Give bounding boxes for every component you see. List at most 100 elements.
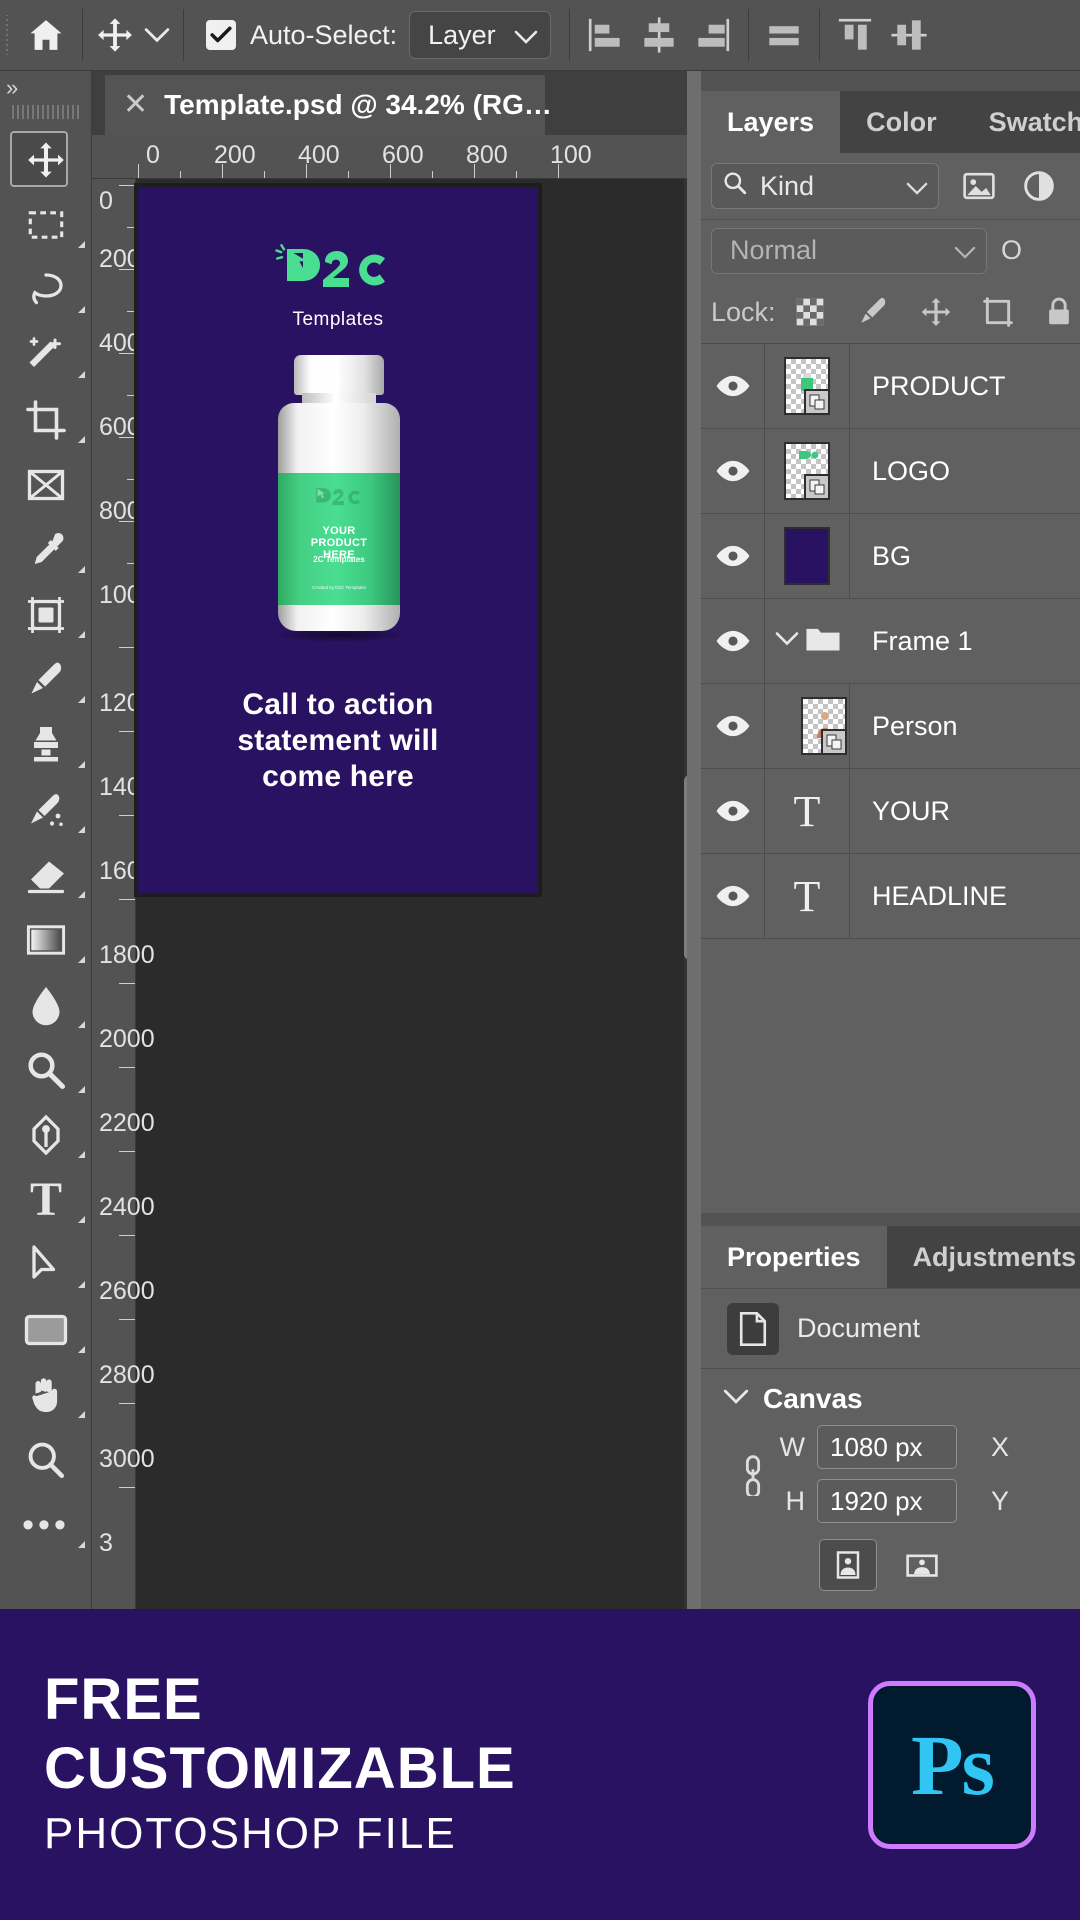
layer-visibility-toggle[interactable]: [701, 514, 765, 599]
lock-image-pixels-icon[interactable]: [856, 289, 890, 335]
layer-thumbnail[interactable]: [765, 344, 850, 429]
lock-position-icon[interactable]: [920, 289, 952, 335]
tool-clone-stamp-tool[interactable]: [0, 712, 92, 777]
cta-line-2: statement will: [237, 724, 438, 757]
tool-rectangular-marquee-tool[interactable]: [0, 192, 92, 257]
layer-visibility-toggle[interactable]: [701, 769, 765, 854]
tool-zoom-tool[interactable]: [0, 1427, 92, 1492]
layer-name[interactable]: LOGO: [850, 456, 950, 487]
tab-color[interactable]: Color: [840, 91, 963, 153]
tool-object-selection-tool[interactable]: [0, 322, 92, 387]
adjustment-filter-icon[interactable]: [1015, 162, 1063, 210]
table-row[interactable]: PRODUCT: [701, 344, 1080, 429]
distribute-horizontal-icon[interactable]: [757, 8, 811, 62]
canvas-height-input[interactable]: 1920 px: [817, 1479, 957, 1523]
tool-brush-tool[interactable]: [0, 647, 92, 712]
align-top-edges-icon[interactable]: [828, 8, 882, 62]
layer-visibility-toggle[interactable]: [701, 429, 765, 514]
layer-name[interactable]: Person: [850, 711, 958, 742]
tools-expand-icon[interactable]: »: [0, 71, 91, 105]
orientation-portrait-icon[interactable]: [819, 1539, 877, 1591]
tool-hand-tool[interactable]: [0, 1362, 92, 1427]
canvas-height-label: H: [779, 1486, 805, 1517]
tab-swatches[interactable]: Swatch: [963, 91, 1080, 153]
table-row[interactable]: Frame 1: [701, 599, 1080, 684]
layer-thumbnail[interactable]: [765, 514, 850, 599]
layer-visibility-toggle[interactable]: [701, 599, 765, 684]
ruler-label: 0: [99, 189, 129, 213]
document-tab[interactable]: ✕ Template.psd @ 34.2% (RG…: [105, 75, 545, 135]
chevron-down-icon[interactable]: [723, 1389, 749, 1409]
options-bar-grip[interactable]: [2, 15, 18, 55]
tool-preset-chevron-down-icon[interactable]: [139, 9, 175, 61]
lock-all-icon[interactable]: [1044, 289, 1074, 335]
tab-properties[interactable]: Properties: [701, 1226, 887, 1288]
tools-panel-grip[interactable]: [12, 105, 79, 119]
align-right-edges-icon[interactable]: [686, 8, 740, 62]
chevron-down-icon[interactable]: [775, 631, 799, 651]
canvas-area[interactable]: 0 200 400 600 800 100 0 200 400 600 800 …: [92, 135, 701, 1609]
lock-artboard-nesting-icon[interactable]: [982, 289, 1014, 335]
layer-group-icons[interactable]: [765, 599, 850, 684]
canvas-width-input[interactable]: 1080 px: [817, 1425, 957, 1469]
blend-mode-dropdown[interactable]: Normal: [711, 228, 987, 274]
tab-adjustments[interactable]: Adjustments: [887, 1226, 1080, 1288]
tool-rectangle-tool[interactable]: [0, 1297, 92, 1362]
type-layer-icon[interactable]: T: [765, 854, 850, 939]
layer-name[interactable]: Frame 1: [850, 626, 973, 657]
tool-edit-toolbar[interactable]: •••: [0, 1492, 92, 1557]
move-tool-icon[interactable]: [91, 9, 139, 61]
link-constrain-icon[interactable]: [727, 1452, 779, 1496]
align-vertical-centers-icon[interactable]: [882, 8, 936, 62]
tools-panel: »: [0, 71, 92, 1609]
canvas-size-rows: W 1080 px X H 1920 px Y: [779, 1425, 1009, 1523]
canvas-y-label: Y: [991, 1486, 1009, 1517]
layer-filter-kind-dropdown[interactable]: Kind: [711, 163, 939, 209]
ruler-label: 3000: [99, 1447, 129, 1471]
home-icon[interactable]: [18, 7, 74, 63]
align-left-edges-icon[interactable]: [578, 8, 632, 62]
tool-move-tool[interactable]: [0, 127, 92, 192]
properties-panel: Properties Adjustments Document Canvas: [701, 1226, 1080, 1609]
table-row[interactable]: Person: [701, 684, 1080, 769]
align-horizontal-centers-icon[interactable]: [632, 8, 686, 62]
close-icon[interactable]: ✕: [123, 90, 148, 120]
layer-name[interactable]: YOUR: [850, 796, 950, 827]
table-row[interactable]: T HEADLINE: [701, 854, 1080, 939]
promo-line-2: CUSTOMIZABLE: [44, 1733, 868, 1805]
auto-select-scope-dropdown[interactable]: Layer: [409, 11, 551, 59]
tab-layers[interactable]: Layers: [701, 91, 840, 153]
auto-select-checkbox[interactable]: [206, 20, 236, 50]
tool-path-selection-tool[interactable]: [0, 1232, 92, 1297]
layer-name[interactable]: PRODUCT: [850, 371, 1006, 402]
tool-crop-tool[interactable]: [0, 387, 92, 452]
image-filter-icon[interactable]: [955, 162, 1003, 210]
layer-name[interactable]: BG: [850, 541, 911, 572]
layer-thumbnail[interactable]: [765, 429, 850, 514]
tool-eraser-tool[interactable]: [0, 842, 92, 907]
tool-history-brush-tool[interactable]: [0, 777, 92, 842]
tool-dodge-tool[interactable]: [0, 1037, 92, 1102]
tool-frame-tool[interactable]: [0, 452, 92, 517]
layer-visibility-toggle[interactable]: [701, 344, 765, 429]
table-row[interactable]: T YOUR: [701, 769, 1080, 854]
tool-blur-tool[interactable]: [0, 972, 92, 1037]
tool-gradient-tool[interactable]: [0, 907, 92, 972]
tool-lasso-tool[interactable]: [0, 257, 92, 322]
tool-eyedropper-tool[interactable]: [0, 517, 92, 582]
layer-name[interactable]: HEADLINE: [850, 881, 1007, 912]
layer-visibility-toggle[interactable]: [701, 854, 765, 939]
table-row[interactable]: BG: [701, 514, 1080, 599]
layer-thumbnail[interactable]: [765, 684, 850, 769]
tool-horizontal-type-tool[interactable]: T: [0, 1167, 92, 1232]
tool-spot-healing-brush-tool[interactable]: [0, 582, 92, 647]
orientation-landscape-icon[interactable]: [893, 1539, 951, 1591]
dock-resize-handle[interactable]: [687, 71, 701, 1609]
layer-visibility-toggle[interactable]: [701, 684, 765, 769]
table-row[interactable]: LOGO: [701, 429, 1080, 514]
artboard-canvas[interactable]: Templates: [138, 187, 538, 893]
canvas-section-header[interactable]: Canvas: [701, 1383, 1080, 1415]
tool-pen-tool[interactable]: [0, 1102, 92, 1167]
lock-transparent-pixels-icon[interactable]: [794, 289, 826, 335]
type-layer-icon[interactable]: T: [765, 769, 850, 854]
